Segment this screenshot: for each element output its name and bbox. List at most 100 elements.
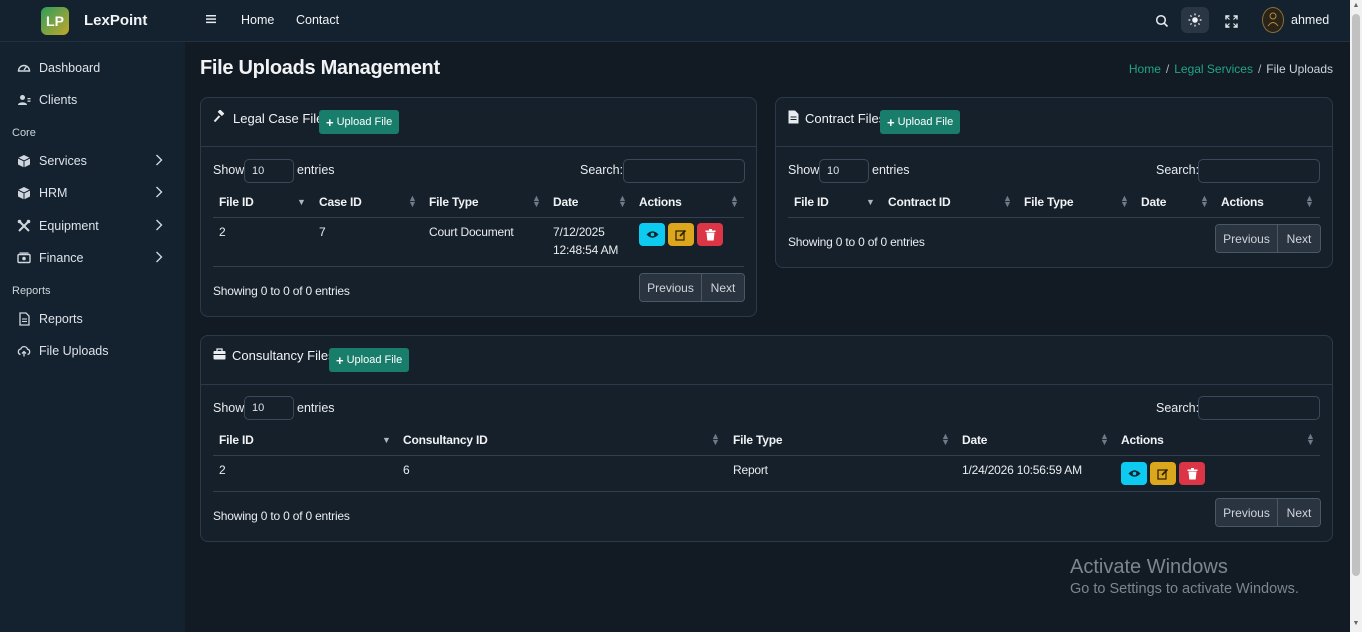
column-header-actions[interactable]: Actions — [1221, 195, 1264, 209]
upload-file-button[interactable]: + Upload File — [880, 110, 961, 134]
scroll-thumb[interactable] — [1352, 14, 1360, 576]
sidebar-item-equipment[interactable]: Equipment — [0, 211, 185, 241]
show-label: Show — [213, 401, 245, 415]
legal-case-files-card: Legal Case Files + Upload File Show 10 en… — [200, 97, 757, 317]
upload-file-button[interactable]: + Upload File — [319, 110, 400, 134]
column-header-actions[interactable]: Actions — [1121, 433, 1164, 447]
top-nav-contact[interactable]: Contact — [296, 13, 339, 27]
box-icon — [17, 186, 31, 200]
delete-button[interactable] — [697, 223, 723, 246]
sidebar-item-label: File Uploads — [39, 344, 109, 358]
brand[interactable]: LP LexPoint — [0, 0, 185, 42]
previous-button[interactable]: Previous — [1216, 499, 1278, 526]
sort-icon: ▲ ▼ — [1305, 193, 1314, 209]
card-header: Consultancy Files + Upload File — [201, 336, 1332, 385]
cell-date: 1/24/2026 10:56:59 AM — [962, 463, 1082, 477]
username[interactable]: ahmed — [1291, 13, 1329, 27]
entries-length-select[interactable]: 10 — [244, 159, 294, 183]
breadcrumb-home[interactable]: Home — [1129, 62, 1161, 76]
sidebar-item-services[interactable]: Services — [0, 146, 185, 176]
breadcrumb-legal-services[interactable]: Legal Services — [1174, 62, 1253, 76]
sidebar-item-reports[interactable]: Reports — [0, 304, 185, 334]
brand-name: LexPoint — [84, 12, 148, 29]
eye-icon — [1128, 470, 1140, 477]
sidebar-item-label: Clients — [39, 93, 78, 107]
next-button[interactable]: Next — [1278, 225, 1320, 252]
view-button[interactable] — [1121, 462, 1147, 485]
top-nav-home[interactable]: Home — [241, 13, 274, 27]
next-button[interactable]: Next — [702, 274, 744, 301]
column-header-file-type[interactable]: File Type — [733, 433, 783, 447]
search-input[interactable] — [623, 159, 745, 183]
chevron-right-icon — [155, 186, 163, 201]
sort-icon: ▲ ▼ — [1003, 193, 1012, 209]
column-header-file-id[interactable]: File ID — [219, 195, 254, 209]
column-header-file-id[interactable]: File ID — [219, 433, 254, 447]
column-header-file-type[interactable]: File Type — [429, 195, 479, 209]
entries-length-select[interactable]: 10 — [819, 159, 869, 183]
sidebar-item-finance[interactable]: Finance — [0, 243, 185, 273]
upload-file-button[interactable]: + Upload File — [329, 348, 410, 372]
sidebar: LP LexPoint Dashboard Clients Core Servi… — [0, 0, 185, 632]
divider — [213, 266, 744, 267]
column-header-file-id[interactable]: File ID — [794, 195, 829, 209]
sort-icon: ▲ ▼ — [711, 431, 720, 447]
sort-icon: ▲ ▼ — [1120, 193, 1129, 209]
card-title: Legal Case Files — [213, 109, 330, 127]
previous-button[interactable]: Previous — [640, 274, 702, 301]
card-header: Legal Case Files + Upload File — [201, 98, 756, 147]
briefcase-icon — [213, 348, 226, 363]
dashboard-icon — [17, 61, 31, 75]
column-header-contract-id[interactable]: Contract ID — [888, 195, 951, 209]
cell-file-type: Court Document — [429, 225, 514, 239]
search-icon[interactable] — [1151, 10, 1173, 32]
cell-date-line2: 12:48:54 AM — [553, 243, 619, 257]
sort-icon: ▲ ▼ — [1100, 431, 1109, 447]
scroll-down-arrow-icon[interactable]: ▼ — [1352, 620, 1360, 630]
column-header-date[interactable]: Date — [962, 433, 987, 447]
page-scrollbar[interactable]: ▲ ▼ — [1350, 0, 1362, 632]
chevron-right-icon — [155, 154, 163, 169]
previous-button[interactable]: Previous — [1216, 225, 1278, 252]
fullscreen-icon[interactable] — [1220, 10, 1242, 32]
avatar[interactable] — [1262, 7, 1284, 33]
sort-icon: ▲ ▼ — [1200, 193, 1209, 209]
sidebar-item-hrm[interactable]: HRM — [0, 178, 185, 208]
column-header-actions[interactable]: Actions — [639, 195, 682, 209]
search-input[interactable] — [1198, 396, 1320, 420]
cell-file-id: 2 — [219, 463, 226, 477]
entries-length-select[interactable]: 10 — [244, 396, 294, 420]
sidebar-item-file-uploads[interactable]: File Uploads — [0, 336, 185, 366]
view-button[interactable] — [639, 223, 665, 246]
column-header-date[interactable]: Date — [553, 195, 578, 209]
breadcrumb-separator: / — [1165, 62, 1170, 76]
theme-toggle-sun-icon[interactable] — [1181, 7, 1209, 33]
sidebar-item-label: Dashboard — [39, 61, 101, 75]
divider — [213, 491, 1320, 492]
edit-button[interactable] — [668, 223, 694, 246]
divider — [213, 217, 744, 218]
sidebar-item-dashboard[interactable]: Dashboard — [0, 53, 185, 83]
next-button[interactable]: Next — [1278, 499, 1320, 526]
scroll-up-arrow-icon[interactable]: ▲ — [1352, 2, 1360, 12]
column-header-date[interactable]: Date — [1141, 195, 1166, 209]
divider — [788, 217, 1320, 218]
column-header-file-type[interactable]: File Type — [1024, 195, 1074, 209]
breadcrumb-separator: / — [1257, 62, 1262, 76]
edit-button[interactable] — [1150, 462, 1176, 485]
column-header-case-id[interactable]: Case ID — [319, 195, 362, 209]
chevron-right-icon — [155, 251, 163, 266]
card-title-text: Legal Case Files — [233, 111, 330, 126]
windows-activation-title: Activate Windows — [1070, 556, 1228, 578]
search-input[interactable] — [1198, 159, 1320, 183]
column-header-consultancy-id[interactable]: Consultancy ID — [403, 433, 488, 447]
table-info: Showing 0 to 0 of 0 entries — [213, 284, 350, 298]
divider — [213, 455, 1320, 456]
gavel-icon — [213, 109, 227, 127]
delete-button[interactable] — [1179, 462, 1205, 485]
search-label: Search: — [580, 163, 624, 177]
hamburger-menu-icon[interactable] — [205, 13, 217, 28]
sidebar-item-clients[interactable]: Clients — [0, 85, 185, 115]
cell-file-type: Report — [733, 463, 768, 477]
tools-icon — [17, 219, 31, 233]
